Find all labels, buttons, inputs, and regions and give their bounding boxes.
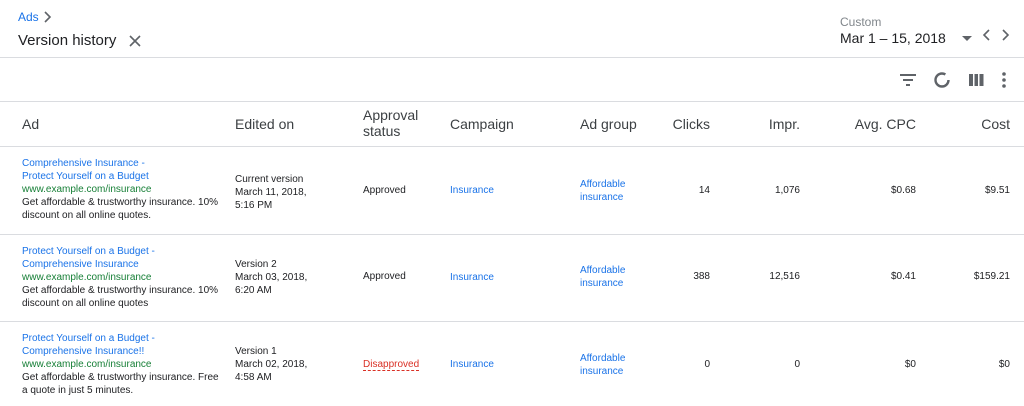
avg-cpc-value: $0: [904, 359, 916, 370]
campaign-link[interactable]: Insurance: [450, 358, 494, 371]
ad-group-line1: Affordable: [580, 265, 626, 276]
chevron-right-icon[interactable]: [1000, 29, 1010, 41]
ad-group-link[interactable]: Affordable insurance: [580, 264, 625, 290]
version-label: Version 2: [235, 259, 277, 270]
approval-status[interactable]: Disapproved: [363, 358, 420, 371]
date-range-label: Custom: [840, 15, 882, 29]
cost-value: $0: [998, 359, 1010, 370]
date-range-value[interactable]: Mar 1 – 15, 2018: [840, 30, 972, 46]
breadcrumb[interactable]: Ads: [18, 10, 53, 24]
ad-group-line2: insurance: [580, 278, 624, 289]
column-header-impr[interactable]: Impr.: [740, 116, 800, 132]
impr-value: 12,516: [769, 271, 800, 282]
avg-cpc-value: $0.41: [890, 271, 916, 282]
ad-description-line2: a quote in just 5 minutes.: [22, 385, 134, 396]
ad-group-link[interactable]: Affordable insurance: [580, 178, 625, 204]
edited-date: March 03, 2018,: [235, 272, 308, 283]
edited-on-cell: Version 2 March 03, 2018, 6:20 AM: [235, 258, 307, 297]
ad-headline-line2[interactable]: Comprehensive Insurance!!: [22, 345, 222, 358]
column-header-avg-cpc[interactable]: Avg. CPC: [830, 116, 916, 132]
ad-headline-line1[interactable]: Protect Yourself on a Budget -: [22, 245, 222, 258]
edited-date: March 11, 2018,: [235, 187, 307, 198]
version-label: Version 1: [235, 346, 277, 357]
ad-preview: Protect Yourself on a Budget - Comprehen…: [22, 332, 222, 397]
dropdown-caret-icon: [962, 35, 972, 41]
ad-description-line1: Get affordable & trustworthy insurance. …: [22, 197, 219, 208]
page-header: Ads Version history Custom Mar 1 – 15, 2…: [0, 0, 1024, 58]
edited-date: March 02, 2018,: [235, 359, 308, 370]
ad-group-line1: Affordable: [580, 179, 626, 190]
approval-status: Approved: [363, 185, 406, 196]
ad-display-url: www.example.com/insurance: [22, 359, 152, 370]
avg-cpc-value: $0.68: [890, 185, 916, 196]
close-icon[interactable]: [128, 34, 142, 48]
ad-headline-line2[interactable]: Comprehensive Insurance: [22, 258, 222, 271]
page-title: Version history: [18, 32, 117, 49]
column-header-ad-group[interactable]: Ad group: [580, 116, 637, 132]
ad-description-line2: discount on all online quotes: [22, 298, 149, 309]
edited-on-cell: Current version March 11, 2018, 5:16 PM: [235, 173, 307, 212]
ad-description-line1: Get affordable & trustworthy insurance. …: [22, 372, 219, 383]
page-title-row: Version history: [18, 32, 142, 49]
table-row: Comprehensive Insurance - Protect Yourse…: [0, 147, 1024, 235]
date-range-picker[interactable]: Custom Mar 1 – 15, 2018: [840, 15, 972, 46]
clicks-value: 14: [698, 185, 710, 196]
chevron-left-icon[interactable]: [982, 29, 992, 41]
filter-icon[interactable]: [898, 70, 918, 90]
table-toolbar: [0, 58, 1024, 102]
column-header-ad[interactable]: Ad: [22, 116, 39, 132]
ad-preview: Protect Yourself on a Budget - Comprehen…: [22, 245, 222, 310]
ad-headline-line1[interactable]: Protect Yourself on a Budget -: [22, 332, 222, 345]
edited-time: 5:16 PM: [235, 200, 273, 211]
clicks-value: 388: [693, 271, 710, 282]
ad-group-line2: insurance: [580, 192, 624, 203]
edited-time: 6:20 AM: [235, 285, 272, 296]
breadcrumb-ads-link[interactable]: Ads: [18, 10, 39, 24]
impr-value: 0: [794, 359, 800, 370]
ad-group-link[interactable]: Affordable insurance: [580, 352, 625, 378]
columns-icon[interactable]: [966, 70, 986, 90]
ad-group-line2: insurance: [580, 366, 624, 377]
edited-time: 4:58 AM: [235, 372, 272, 383]
more-vert-icon[interactable]: [994, 70, 1014, 90]
segment-icon[interactable]: [932, 70, 952, 90]
cost-value: $159.21: [973, 271, 1010, 282]
campaign-link[interactable]: Insurance: [450, 271, 494, 284]
impr-value: 1,076: [774, 185, 800, 196]
ad-display-url: www.example.com/insurance: [22, 272, 152, 283]
approval-status: Approved: [363, 271, 406, 282]
disapproved-status-link[interactable]: Disapproved: [363, 359, 420, 371]
column-header-clicks[interactable]: Clicks: [660, 116, 710, 132]
chevron-right-icon: [44, 11, 51, 23]
ad-description-line1: Get affordable & trustworthy insurance. …: [22, 285, 219, 296]
date-range-text: Mar 1 – 15, 2018: [840, 30, 946, 46]
column-header-campaign[interactable]: Campaign: [450, 116, 514, 132]
ad-group-line1: Affordable: [580, 353, 626, 364]
ad-display-url: www.example.com/insurance: [22, 184, 152, 195]
ad-headline-line1[interactable]: Comprehensive Insurance -: [22, 157, 222, 170]
table-row: Protect Yourself on a Budget - Comprehen…: [0, 235, 1024, 322]
edited-on-cell: Version 1 March 02, 2018, 4:58 AM: [235, 345, 307, 384]
column-header-edited-on[interactable]: Edited on: [235, 116, 294, 132]
campaign-link[interactable]: Insurance: [450, 184, 494, 197]
ad-description-line2: discount on all online quotes.: [22, 210, 151, 221]
table-header: Ad Edited on Approval status Campaign Ad…: [0, 102, 1024, 147]
cost-value: $9.51: [984, 185, 1010, 196]
column-header-cost[interactable]: Cost: [950, 116, 1010, 132]
clicks-value: 0: [704, 359, 710, 370]
version-label: Current version: [235, 174, 304, 185]
ad-headline-line2[interactable]: Protect Yourself on a Budget: [22, 170, 222, 183]
table-row: Protect Yourself on a Budget - Comprehen…: [0, 322, 1024, 406]
column-header-approval-status[interactable]: Approval status: [363, 107, 433, 139]
date-navigation: [982, 29, 1010, 41]
ad-preview: Comprehensive Insurance - Protect Yourse…: [22, 157, 222, 222]
